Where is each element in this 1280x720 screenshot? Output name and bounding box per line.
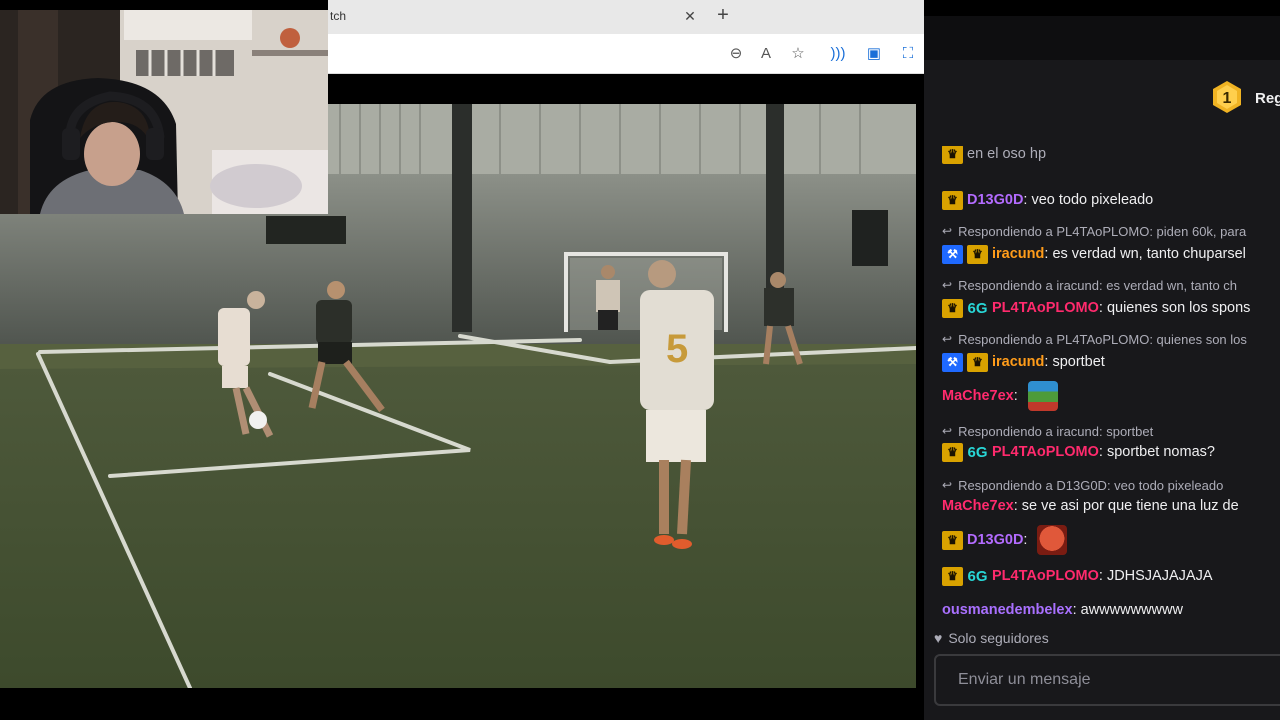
chat-username[interactable]: D13G0D (967, 532, 1023, 548)
chat-message: ♛ 6G PL4TAoPLOMO: JDHSJAJAJAJA (942, 564, 1213, 588)
crown-badge-icon[interactable]: ♛ (942, 190, 963, 210)
extension-icon[interactable]: ▣ (864, 44, 884, 64)
message-text: es verdad wn, tanto chuparsel (1052, 246, 1246, 262)
colon-separator: : (1013, 498, 1022, 514)
crown-badge-icon[interactable]: ♛ (942, 298, 963, 318)
message-text: en el oso hp (967, 146, 1047, 162)
reply-arrow-icon: ↩ (942, 332, 953, 346)
sixg-badge-icon[interactable]: 6G (967, 443, 988, 462)
hammer-badge-icon[interactable]: ⚒ (942, 244, 963, 264)
chat-message: ousmanedembelex: awwwwwwwww (942, 598, 1183, 622)
colon-separator: : (1044, 246, 1053, 262)
crown-badge-icon[interactable]: ♛ (967, 352, 988, 372)
message-text: veo todo pixeleado (1031, 192, 1154, 208)
sixg-badge-icon[interactable]: 6G (967, 299, 988, 318)
plus-icon[interactable]: + (712, 4, 734, 28)
reply-text: Respondiendo a D13G0D: veo todo pixelead… (958, 477, 1224, 493)
tab-title[interactable]: tch (330, 9, 346, 23)
reply-arrow-icon: ↩ (942, 424, 953, 438)
colon-separator: : (1098, 300, 1107, 316)
screen: 5 tch ✕ + ⊖ A ☆))) ▣ ⛶ 1 Reg ♛ en el os… (0, 0, 1280, 720)
colon-separator: : (1044, 354, 1053, 370)
followers-only-text: Solo seguidores (948, 630, 1049, 646)
chat-message: MaChe7ex: (942, 381, 1058, 411)
heart-icon: ♥ (934, 630, 943, 646)
reply-context[interactable]: ↩ Respondiendo a PL4TAoPLOMO: piden 60k, … (942, 222, 1246, 240)
chat-username[interactable]: MaChe7ex (942, 388, 1014, 404)
chat-username[interactable]: MaChe7ex (942, 498, 1014, 514)
read-aloud-icon[interactable]: A (756, 44, 776, 64)
chat-message: ♛ D13G0D: veo todo pixeleado (942, 188, 1153, 212)
colon-separator: : (1098, 568, 1107, 584)
chat-input-box[interactable] (934, 654, 1280, 706)
message-text: sportbet (1052, 354, 1105, 370)
reply-text: Respondiendo a PL4TAoPLOMO: quienes son … (958, 331, 1247, 347)
browser-address-bar: ⊖ A ☆ ))) ▣ ⛶ (328, 34, 924, 74)
chat-username[interactable]: ousmanedembelex (942, 602, 1073, 618)
favorite-star-icon[interactable]: ☆ (788, 44, 808, 64)
message-text: se ve asi por que tiene una luz de (1021, 498, 1239, 514)
chat-username[interactable]: PL4TAoPLOMO (992, 300, 1099, 316)
chat-message: MaChe7ex: se ve asi por que tiene una lu… (942, 494, 1239, 518)
chat-message-partial: ♛ en el oso hp (942, 146, 1046, 166)
rank-badge-icon[interactable]: 1 (1210, 80, 1244, 114)
message-text: quienes son los spons (1106, 300, 1251, 316)
chat-username[interactable]: PL4TAoPLOMO (992, 568, 1099, 584)
crown-badge-icon[interactable]: ♛ (942, 530, 963, 550)
crown-badge-icon[interactable]: ♛ (942, 566, 963, 586)
crown-badge-icon: ♛ (942, 146, 963, 164)
hammer-badge-icon[interactable]: ⚒ (942, 352, 963, 372)
pepe-sombrero-emote[interactable] (1027, 381, 1058, 411)
colon-separator: : (1013, 388, 1022, 404)
chat-message: ♛ 6G PL4TAoPLOMO: quienes son los spons (942, 296, 1250, 320)
reply-arrow-icon: ↩ (942, 224, 953, 238)
reply-context[interactable]: ↩ Respondiendo a PL4TAoPLOMO: quienes son… (942, 330, 1247, 348)
colon-separator: : (1098, 444, 1107, 460)
message-text: awwwwwwwww (1080, 602, 1183, 618)
colon-separator: : (1023, 192, 1032, 208)
chat-panel: 1 Reg ♛ en el oso hp ♛ D13G0D: veo todo p… (924, 16, 1280, 720)
reply-text: Respondiendo a iracund: sportbet (958, 423, 1154, 439)
screenshot-icon[interactable]: ⛶ (898, 44, 918, 64)
chat-messages: ♛ en el oso hp ♛ D13G0D: veo todo pixelea… (924, 146, 1280, 626)
chat-header-bar (924, 16, 1280, 60)
crown-badge-icon[interactable]: ♛ (967, 244, 988, 264)
reply-context[interactable]: ↩ Respondiendo a iracund: sportbet (942, 422, 1153, 440)
rank-badge-number: 1 (1223, 90, 1232, 107)
chat-message: ⚒ ♛ iracund: es verdad wn, tanto chuparsel (942, 242, 1246, 266)
close-icon[interactable]: ✕ (682, 8, 698, 24)
colon-separator: : (1023, 532, 1032, 548)
chat-username[interactable]: D13G0D (967, 192, 1023, 208)
reply-text: Respondiendo a PL4TAoPLOMO: piden 60k, p… (958, 223, 1247, 239)
message-text: JDHSJAJAJAJA (1106, 568, 1213, 584)
colon-separator: : (1072, 602, 1081, 618)
wifi-cast-icon[interactable]: ))) (828, 44, 848, 64)
rank-label[interactable]: Reg (1255, 90, 1280, 107)
chat-message: ♛ 6G PL4TAoPLOMO: sportbet nomas? (942, 440, 1215, 464)
jersey-number: 5 (666, 327, 688, 371)
reply-context[interactable]: ↩ Respondiendo a iracund: es verdad wn, t… (942, 276, 1237, 294)
reply-arrow-icon: ↩ (942, 278, 953, 292)
crown-badge-icon[interactable]: ♛ (942, 442, 963, 462)
sixg-badge-icon[interactable]: 6G (967, 567, 988, 586)
chat-message: ♛ D13G0D: (942, 525, 1068, 555)
reply-context[interactable]: ↩ Respondiendo a D13G0D: veo todo pixelea… (942, 476, 1223, 494)
chat-username[interactable]: iracund (992, 354, 1044, 370)
message-text: sportbet nomas? (1106, 444, 1215, 460)
chat-username[interactable]: iracund (992, 246, 1044, 262)
reply-text: Respondiendo a iracund: es verdad wn, ta… (958, 277, 1238, 293)
chat-message-input[interactable] (936, 656, 1280, 704)
red-face-emote[interactable] (1037, 525, 1068, 555)
streamer-webcam (0, 10, 328, 214)
browser-tabstrip: tch ✕ + (328, 0, 924, 34)
zoom-out-icon[interactable]: ⊖ (726, 44, 746, 64)
followers-only-label: ♥ Solo seguidores (934, 630, 1049, 646)
chat-username[interactable]: PL4TAoPLOMO (992, 444, 1099, 460)
reply-arrow-icon: ↩ (942, 478, 953, 492)
chat-message: ⚒ ♛ iracund: sportbet (942, 350, 1105, 374)
